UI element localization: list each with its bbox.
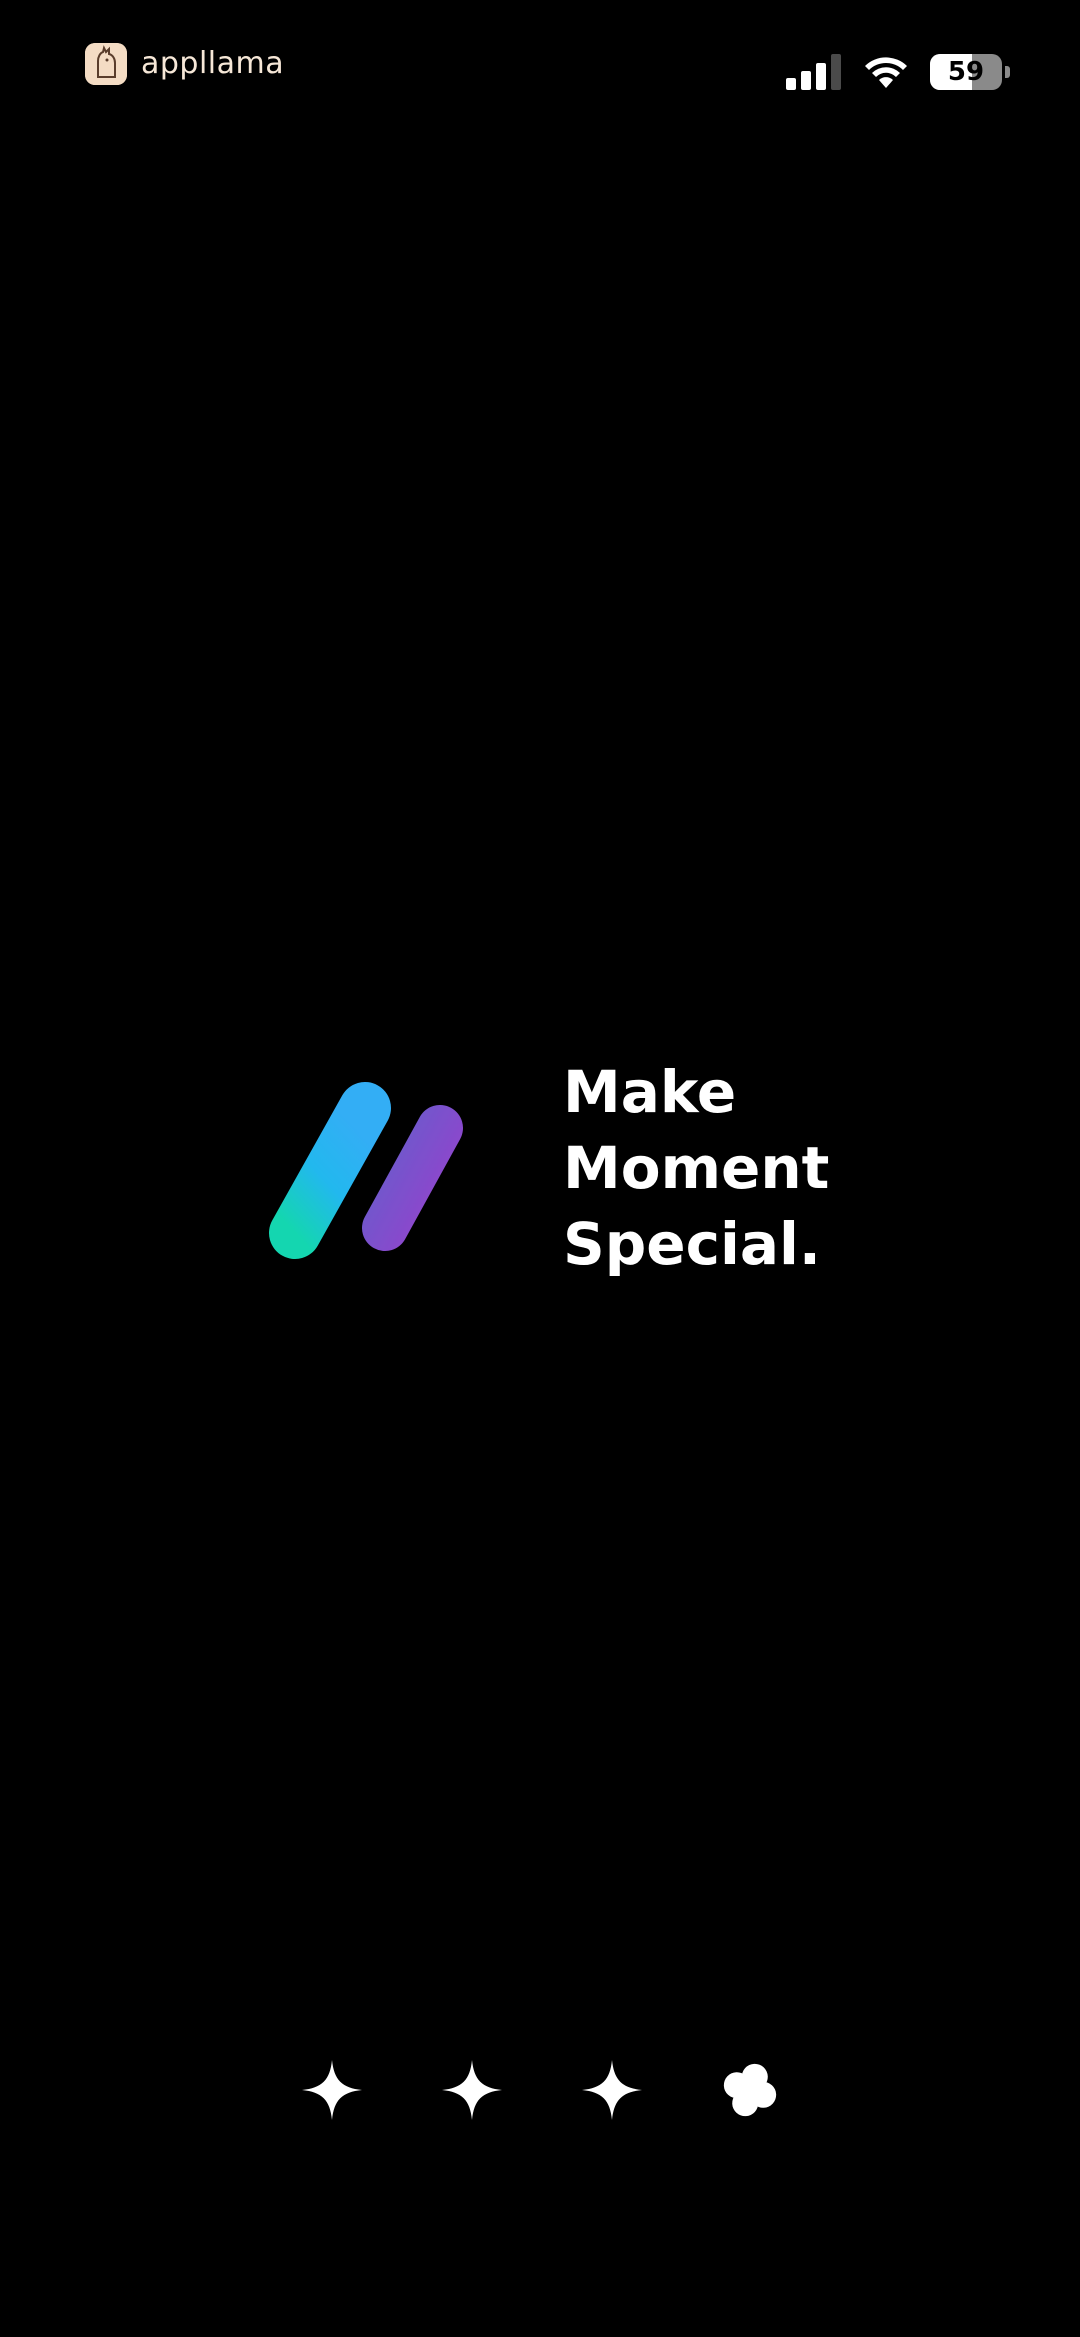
watermark: appllama <box>85 42 284 86</box>
battery-icon: 59 <box>930 53 1010 91</box>
battery-cap <box>1005 66 1010 78</box>
sparkle-icon <box>582 2060 642 2120</box>
tagline-line-3: Special. <box>563 1210 821 1278</box>
battery-level: 59 <box>947 57 985 87</box>
loading-indicator <box>300 2055 780 2125</box>
sparkle-icon <box>442 2060 502 2120</box>
status-bar: appllama 59 <box>0 0 1080 140</box>
tagline-line-2: Moment <box>563 1134 830 1202</box>
sparkle-icon <box>302 2060 362 2120</box>
signal-icon <box>786 54 841 90</box>
llama-icon <box>85 43 127 85</box>
status-icons: 59 <box>786 50 1010 94</box>
m-logo-icon <box>269 1077 481 1259</box>
tagline-line-1: Make <box>563 1058 737 1126</box>
flower-icon <box>723 2063 777 2117</box>
wifi-icon <box>865 57 907 88</box>
battery-body: 59 <box>930 54 1002 90</box>
watermark-text: appllama <box>141 46 285 81</box>
brand-lockup: Make Moment Special. <box>255 1058 855 1278</box>
tagline: Make Moment Special. <box>563 1054 829 1282</box>
